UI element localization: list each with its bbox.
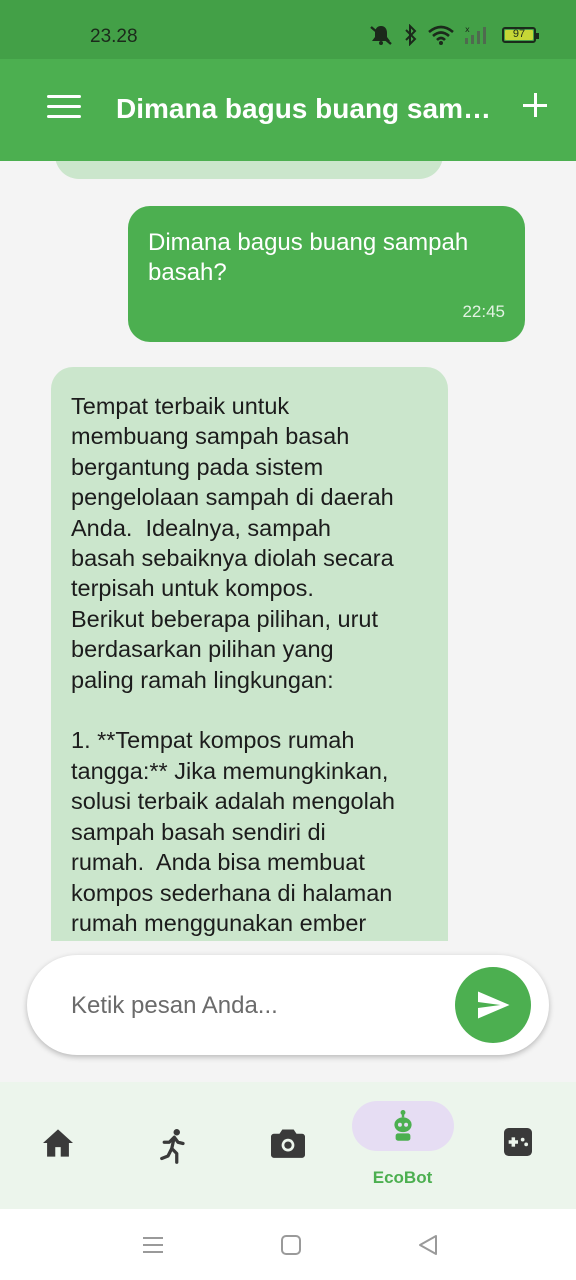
status-icons: x 97 xyxy=(368,24,539,46)
nav-label-ecobot: EcoBot xyxy=(372,1168,433,1187)
wifi-icon xyxy=(428,25,454,45)
svg-text:x: x xyxy=(465,25,470,34)
status-bar: 23.28 x 97 xyxy=(0,0,576,59)
page-title: Dimana bagus buang sampah basah? xyxy=(116,93,496,124)
message-input[interactable] xyxy=(69,987,433,1025)
battery-icon: 97 xyxy=(502,27,539,43)
back-triangle-icon[interactable] xyxy=(416,1233,440,1257)
bluetooth-icon xyxy=(404,24,418,46)
recent-apps-icon[interactable] xyxy=(141,1233,165,1257)
status-time: 23.28 xyxy=(90,26,138,47)
bottom-navigation: EcoBot xyxy=(0,1082,576,1209)
bot-message-bubble: Tempat terbaik untuk membuang sampah bas… xyxy=(51,367,448,941)
message-composer xyxy=(27,955,549,1055)
app-bar: Dimana bagus buang sampah basah? xyxy=(0,59,576,161)
bot-message-text: Tempat terbaik untuk membuang sampah bas… xyxy=(71,393,395,936)
home-square-icon[interactable] xyxy=(279,1233,303,1257)
chat-area[interactable]: Dimana bagus buang sampah basah? 22:45 T… xyxy=(0,161,576,941)
send-button[interactable] xyxy=(455,967,531,1043)
home-icon xyxy=(42,1129,73,1157)
game-controller-icon xyxy=(503,1128,532,1156)
nav-item-ecobot[interactable]: EcoBot xyxy=(345,1082,460,1209)
activity-walk-icon xyxy=(159,1129,185,1164)
send-icon xyxy=(478,991,510,1019)
mute-icon xyxy=(368,24,394,46)
previous-message-bubble xyxy=(55,161,443,179)
message-timestamp: 22:45 xyxy=(462,302,505,321)
robot-icon xyxy=(393,1110,412,1141)
system-navigation-bar xyxy=(0,1209,576,1280)
hamburger-menu-icon[interactable] xyxy=(47,95,81,125)
plus-icon[interactable] xyxy=(520,89,552,121)
signal-icon: x xyxy=(464,25,488,45)
battery-level: 97 xyxy=(512,28,526,40)
nav-item-camera[interactable] xyxy=(230,1082,345,1209)
nav-item-activity[interactable] xyxy=(115,1082,230,1209)
user-message-bubble: Dimana bagus buang sampah basah? 22:45 xyxy=(128,206,525,342)
user-message-text: Dimana bagus buang sampah basah? xyxy=(148,229,469,286)
nav-item-home[interactable] xyxy=(0,1082,115,1209)
camera-icon xyxy=(270,1129,305,1158)
nav-item-games[interactable] xyxy=(460,1082,575,1209)
